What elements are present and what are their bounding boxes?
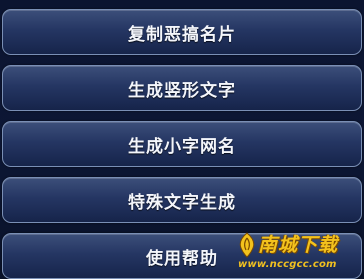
copy-prank-card-button[interactable]: 复制恶搞名片 — [2, 9, 362, 55]
watermark-title: 南城下载 — [258, 234, 339, 256]
app-screen: 复制恶搞名片 生成竖形文字 生成小字网名 特殊文字生成 使用帮助 南城下载 ww… — [0, 0, 364, 279]
generate-small-nickname-button[interactable]: 生成小字网名 — [2, 121, 362, 167]
generate-vertical-text-button[interactable]: 生成竖形文字 — [2, 65, 362, 111]
special-text-generate-button[interactable]: 特殊文字生成 — [2, 177, 362, 223]
watermark: 南城下载 www.nccgcc.com — [236, 230, 358, 276]
site-logo-icon — [239, 232, 255, 258]
watermark-url: www.nccgcc.com — [238, 259, 337, 270]
